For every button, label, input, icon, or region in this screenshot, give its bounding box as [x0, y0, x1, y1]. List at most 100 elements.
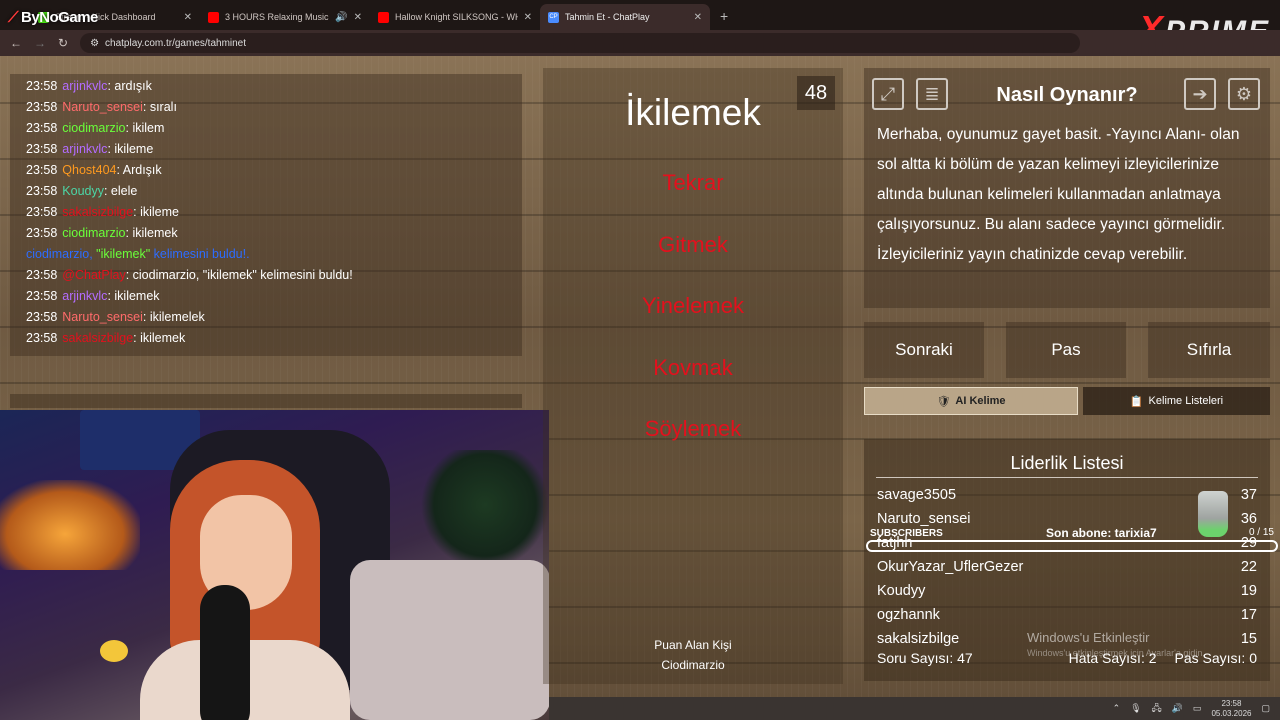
question-count: Soru Sayısı: 47: [877, 650, 973, 666]
last-subscriber: Son abone: tarixia7: [1046, 526, 1157, 540]
chat-message: 23:58 ciodimarzio: ikilem: [26, 118, 522, 139]
chat-username[interactable]: Qhost404: [62, 163, 116, 177]
exit-icon[interactable]: ➔: [1184, 78, 1216, 110]
chat-username[interactable]: ciodimarzio: [62, 226, 125, 240]
gear-icon[interactable]: ⚙: [1228, 78, 1260, 110]
leaderboard-name: Koudyy: [877, 583, 926, 599]
forbidden-word: Söylemek: [644, 416, 742, 441]
chat-time: 23:58: [26, 163, 58, 177]
chat-username[interactable]: sakalsizbilge: [62, 205, 133, 219]
chat-username[interactable]: Koudyy: [62, 184, 104, 198]
activation-watermark-detail: Windows'u etkinleştirmek için Ayarlar'a …: [1027, 648, 1205, 658]
chat-time: 23:58: [26, 268, 58, 282]
chat-text: : Ardışık: [116, 163, 162, 177]
taskbar: ⌃ 🎙 🖧 🔊 ▭ 23:58 05.03.2026 ▢: [549, 697, 1280, 720]
chat-time: 23:58: [26, 121, 58, 135]
streamer-area-header: [10, 394, 522, 408]
url-field[interactable]: ⚙ chatplay.com.tr/games/tahminet: [80, 33, 1081, 53]
system-text: kelimesini buldu!.: [150, 247, 250, 261]
chat-text: : ikilemek: [125, 226, 178, 240]
leaderboard-score: 22: [1240, 559, 1257, 575]
bynogame-logo: ⟋ ByNoGame: [8, 9, 98, 26]
reset-button[interactable]: Sıfırla: [1148, 322, 1270, 378]
subscriber-count: 0 / 15: [1248, 527, 1274, 538]
chat-message: 23:58 Naruto_sensei: ikilemelek: [26, 307, 522, 328]
chat-text: : ardışık: [107, 79, 152, 93]
youtube-favicon-icon: [378, 11, 389, 23]
activation-watermark: Windows'u Etkinleştir: [1027, 630, 1150, 645]
tab-close-icon[interactable]: ✕: [184, 12, 192, 23]
chat-message: 23:58 ciodimarzio: ikilemek: [26, 223, 522, 244]
chatplay-favicon-icon: CP: [548, 11, 559, 23]
address-bar: ← → ↻ ⚙ chatplay.com.tr/games/tahminet: [0, 30, 1280, 56]
chat-message: 23:58 sakalsizbilge: ikileme: [26, 202, 522, 223]
leaderboard-score: 17: [1240, 607, 1257, 623]
chat-username[interactable]: @ChatPlay: [62, 268, 125, 282]
chat-time: 23:58: [26, 226, 58, 240]
ai-word-button[interactable]: 🛡 AI Kelime: [864, 387, 1078, 415]
scorer-name: Ciodimarzio: [661, 658, 725, 672]
system-user: ciodimarzio,: [26, 247, 97, 261]
robot-icon: 🛡: [936, 395, 951, 408]
ai-word-label: AI Kelime: [955, 395, 1006, 407]
volume-icon[interactable]: 🔊: [1172, 703, 1183, 714]
chat-username[interactable]: arjinkvlc: [62, 289, 107, 303]
leaderboard-score: 37: [1240, 487, 1257, 503]
reload-icon[interactable]: ↻: [58, 36, 68, 50]
target-word: İkilemek: [625, 92, 761, 133]
chat-text: : ikilem: [125, 121, 165, 135]
chat-username[interactable]: Naruto_sensei: [62, 100, 143, 114]
tab-chatplay[interactable]: CP Tahmin Et - ChatPlay ✕: [540, 4, 710, 30]
forbidden-word: Kovmak: [653, 355, 733, 380]
chat-message: 23:58 arjinkvlc: ikilemek: [26, 286, 522, 307]
forbidden-word: Yinelemek: [642, 293, 744, 318]
how-to-play-text: Merhaba, oyunumuz gayet basit. -Yayıncı …: [877, 126, 1240, 263]
chevron-up-icon[interactable]: ⌃: [1113, 703, 1121, 714]
chat-username[interactable]: ciodimarzio: [62, 121, 125, 135]
chat-time: 23:58: [26, 79, 58, 93]
pass-button[interactable]: Pas: [1006, 322, 1126, 378]
network-icon[interactable]: 🖧: [1152, 701, 1162, 717]
tab-relaxing-music[interactable]: 3 HOURS Relaxing Music "I 🔊 ✕: [200, 4, 370, 30]
chat-system-message: ciodimarzio, "ikilemek" kelimesini buldu…: [26, 244, 522, 265]
site-info-icon[interactable]: ⚙: [90, 38, 99, 49]
leaderboard-name: ogzhannk: [877, 607, 940, 623]
chat-username[interactable]: sakalsizbilge: [62, 331, 133, 345]
chat-time: 23:58: [26, 205, 58, 219]
system-clock[interactable]: 23:58 05.03.2026: [1211, 699, 1251, 719]
chat-username[interactable]: arjinkvlc: [62, 142, 107, 156]
chat-message: 23:58 Koudyy: elele: [26, 181, 522, 202]
bynogame-mark-icon: ⟋: [8, 9, 19, 26]
tab-hollow-knight[interactable]: Hallow Knight SILKSONG - WH ✕: [370, 4, 540, 30]
chat-message: 23:58 arjinkvlc: ikileme: [26, 139, 522, 160]
leaderboard-row: ogzhannk 17: [877, 607, 1257, 631]
chat-username[interactable]: Naruto_sensei: [62, 310, 143, 324]
chat-text: : ikileme: [107, 142, 154, 156]
word-lists-button[interactable]: 📋 Kelime Listeleri: [1083, 387, 1270, 415]
chat-time: 23:58: [26, 310, 58, 324]
chat-username[interactable]: arjinkvlc: [62, 79, 107, 93]
forward-icon[interactable]: →: [34, 36, 46, 50]
chat-text: : ikileme: [133, 205, 179, 219]
chat-time: 23:58: [26, 331, 58, 345]
scorer-label: Puan Alan Kişi: [654, 638, 732, 652]
chat-text: : elele: [103, 184, 138, 198]
chat-message: 23:58 @ChatPlay: ciodimarzio, "ikilemek" …: [26, 265, 522, 286]
battery-icon[interactable]: ▭: [1193, 703, 1202, 714]
speaker-icon[interactable]: 🔊: [335, 12, 347, 23]
how-to-play-panel: ⤢ ≣ Nasıl Oynanır? ➔ ⚙ Merhaba, oyunumuz…: [864, 68, 1270, 308]
tab-close-icon[interactable]: ✕: [524, 12, 532, 23]
next-button[interactable]: Sonraki: [864, 322, 984, 378]
tab-close-icon[interactable]: ✕: [354, 12, 362, 23]
youtube-favicon-icon: [208, 11, 219, 23]
new-tab-button[interactable]: +: [720, 8, 728, 24]
notifications-icon[interactable]: ▢: [1261, 703, 1270, 714]
subscribers-label: SUBSCRIBERS: [870, 528, 943, 539]
microphone-icon[interactable]: 🎙: [1130, 703, 1141, 714]
back-icon[interactable]: ←: [10, 36, 22, 50]
url-text: chatplay.com.tr/games/tahminet: [105, 37, 247, 49]
chat-time: 23:58: [26, 184, 58, 198]
leaderboard-divider: [876, 477, 1258, 478]
tab-close-icon[interactable]: ✕: [694, 12, 702, 23]
chat-panel: 23:58 arjinkvlc: ardışık 23:58 Naruto_sense…: [10, 74, 522, 356]
